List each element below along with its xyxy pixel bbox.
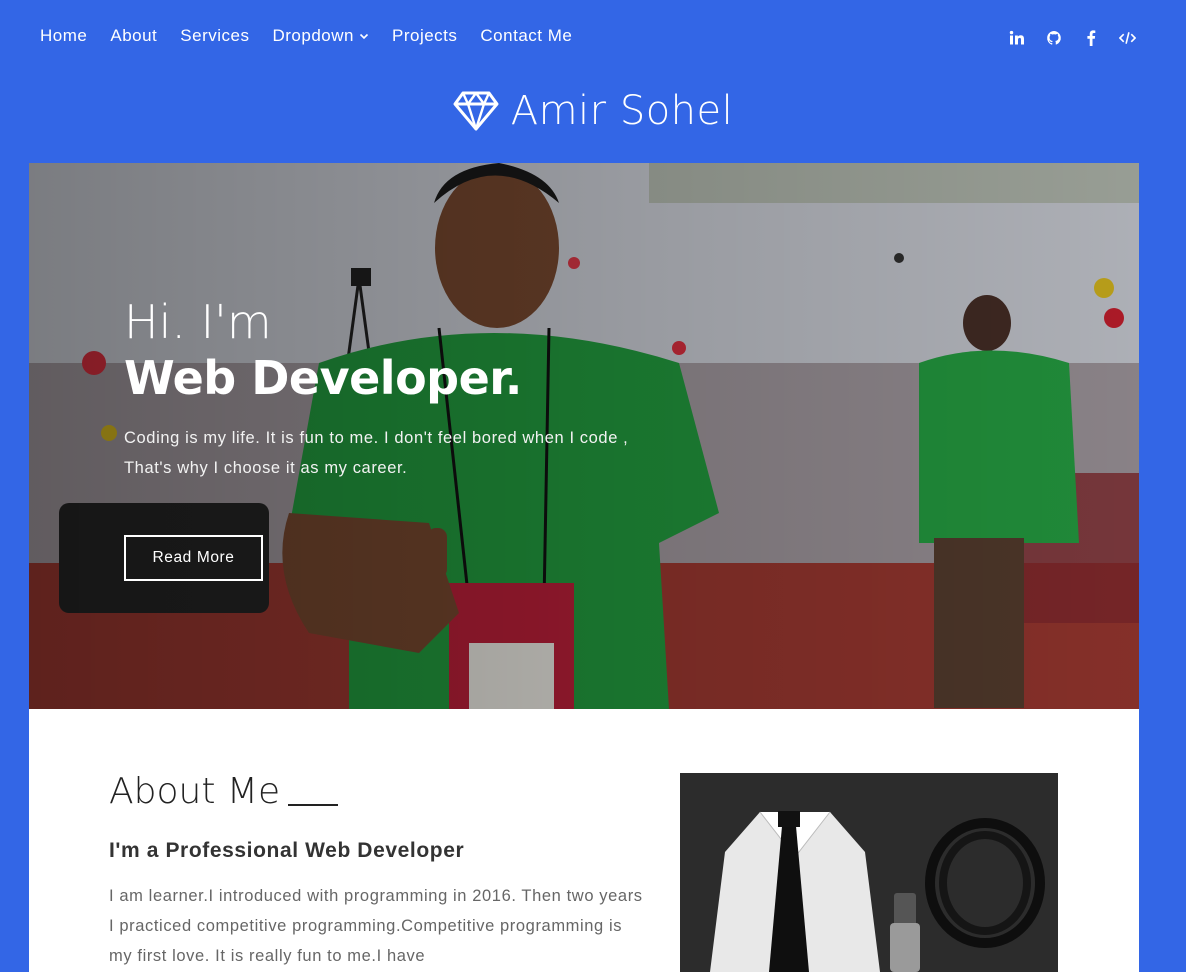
main-nav: Home About Services Dropdown Projects Co… [40,26,572,46]
social-links [1008,26,1136,50]
linkedin-icon[interactable] [1008,26,1025,50]
about-title: About Me [109,771,339,812]
github-icon[interactable] [1045,26,1062,50]
hero-description: Coding is my life. It is fun to me. I do… [124,423,684,483]
nav-dropdown-label: Dropdown [272,26,354,45]
about-subtitle: I'm a Professional Web Developer [109,839,465,862]
nav-projects[interactable]: Projects [392,26,457,46]
hero-description-line: Coding is my life. It is fun to me. I do… [124,429,629,447]
nav-about[interactable]: About [110,26,157,46]
hero-greeting: Hi. I'm [124,295,272,349]
nav-dropdown[interactable]: Dropdown [272,26,369,46]
top-navbar: Home About Services Dropdown Projects Co… [0,0,1186,76]
about-body: I am learner.I introduced with programmi… [109,887,643,965]
hero-role: Web Developer. [124,351,522,405]
facebook-icon[interactable] [1082,26,1099,50]
page: Home About Services Dropdown Projects Co… [0,0,1186,972]
shirt-tie-belt-photo [680,773,1058,972]
diamond-icon [453,91,499,131]
nav-services[interactable]: Services [180,26,249,46]
hero-section: Hi. I'm Web Developer. Coding is my life… [29,163,1139,709]
about-title-text: About Me [109,771,281,812]
about-section: About Me I'm a Professional Web Develope… [29,709,1139,972]
nav-home[interactable]: Home [40,26,87,46]
site-brand[interactable]: Amir Sohel [0,88,1186,134]
hero-description-line: That's why I choose it as my career. [124,459,408,477]
hero-text: Hi. I'm Web Developer. Coding is my life… [124,295,684,483]
read-more-button[interactable]: Read More [124,535,263,581]
code-icon[interactable] [1119,26,1136,50]
nav-contact[interactable]: Contact Me [480,26,572,46]
brand-name: Amir Sohel [510,88,734,134]
chevron-down-icon [359,33,369,40]
title-underline [288,804,339,806]
about-image [680,773,1058,972]
